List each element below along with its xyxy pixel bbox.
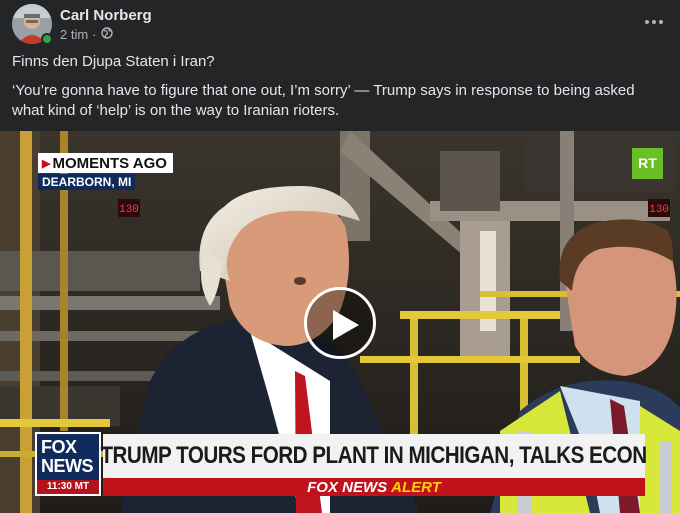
author-name[interactable]: Carl Norberg	[60, 7, 152, 24]
stripe-tag-1: 130	[119, 204, 139, 216]
network-time: 11:30 MT	[37, 480, 99, 494]
network-logo: FOX NEWS 11:30 MT	[35, 432, 101, 496]
network-line-1: FOX	[41, 437, 77, 457]
headline-text: TRUMP TOURS FORD PLANT IN MICHIGAN, TALK…	[100, 442, 648, 469]
post-time[interactable]: 2 tim	[60, 27, 88, 42]
network-line-2: NEWS	[41, 456, 94, 476]
globe-icon[interactable]	[100, 27, 113, 42]
more-options-icon[interactable]	[640, 10, 668, 34]
play-button[interactable]	[304, 287, 376, 359]
meta-separator: ·	[92, 27, 97, 42]
alert-bar: FOX NEWS ALERT	[103, 478, 645, 496]
stripe-tag-2: 130	[649, 204, 669, 216]
moments-label-text: MOMENTS AGO	[52, 154, 167, 172]
play-icon[interactable]	[331, 308, 361, 342]
location-label: DEARBORN, MI	[38, 174, 136, 190]
channel-badge: RT	[632, 148, 663, 179]
alert-network: FOX NEWS	[307, 478, 388, 496]
headline-bar: TRUMP TOURS FORD PLANT IN MICHIGAN, TALK…	[100, 434, 648, 478]
post-header: Carl Norberg 2 tim ·	[12, 4, 668, 45]
news-lower-third: FOX NEWS 11:30 MT TRUMP TOURS FORD PLANT…	[35, 432, 648, 496]
online-status-dot	[41, 33, 53, 45]
post-meta: 2 tim ·	[60, 27, 113, 42]
post-text-line-2: ‘You’re gonna have to figure that one ou…	[12, 82, 635, 119]
avatar[interactable]	[12, 4, 53, 45]
post-text: Finns den Djupa Staten i Iran? ‘You’re g…	[12, 52, 662, 130]
moments-label: ▶ MOMENTS AGO	[38, 153, 173, 173]
moments-ago-tag: ▶ MOMENTS AGO DEARBORN, MI	[38, 153, 173, 191]
video-player[interactable]: 130 130 ▶ MOMENTS AGO DEARBORN, MI RT FO…	[0, 131, 680, 513]
post-text-line-1: Finns den Djupa Staten i Iran?	[12, 53, 215, 70]
alert-word: ALERT	[391, 478, 441, 496]
